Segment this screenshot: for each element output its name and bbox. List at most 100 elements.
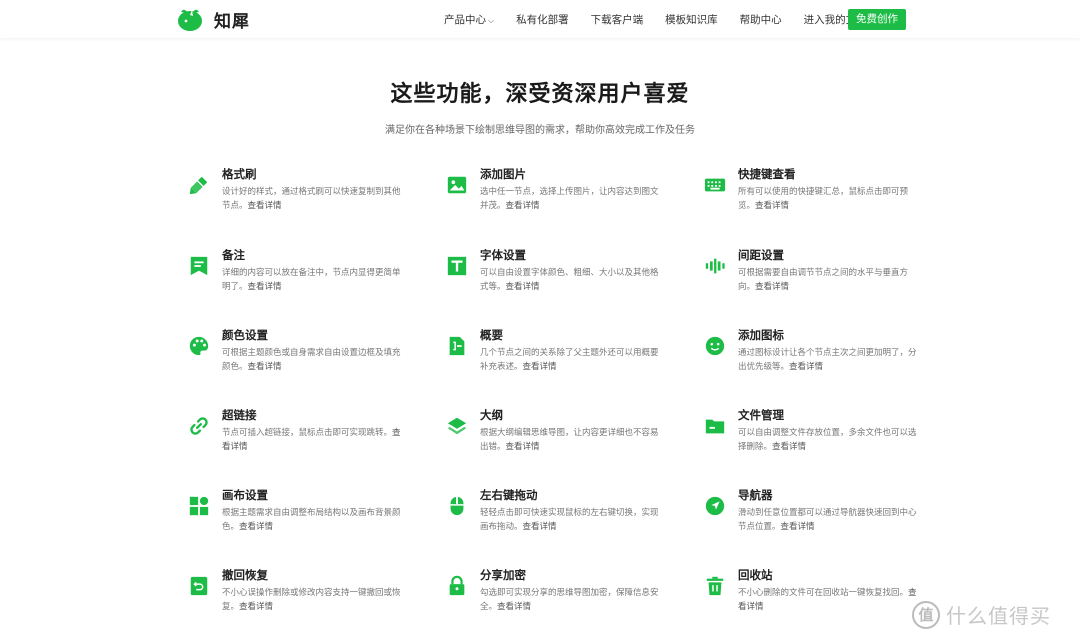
feature-title: 左右键拖动 [480,488,538,502]
page-title: 这些功能，深受资深用户喜爱 [390,82,690,107]
view-details-link[interactable]: 查看详情 [248,201,282,211]
nav-product-center[interactable]: 产品中心 ⌵ [444,12,494,27]
view-details-link[interactable]: 查看详情 [239,602,273,612]
feature-desc: 可以自由调整文件存放位置，多余文件也可以选择删除。查看详情 [738,426,918,454]
main-nav: 产品中心 ⌵ 私有化部署 下载客户端 模板知识库 帮助中心 进入我的文件 [444,0,889,38]
font-icon [440,249,474,283]
feature-desc: 详细的内容可以放在备注中，节点内显得更简单明了。查看详情 [222,266,402,294]
feature-desc: 几个节点之间的关系除了父主题外还可以用概要补充表述。查看详情 [480,346,660,374]
feature-desc: 可根据主题颜色或自身需求自由设置边框及填充颜色。查看详情 [222,346,402,374]
view-details-link[interactable]: 查看详情 [248,282,282,292]
feature-title: 大纲 [480,408,503,422]
undo-icon [182,569,216,603]
page-subtitle: 满足你在各种场景下绘制思维导图的需求，帮助你高效完成工作及任务 [385,125,695,136]
top-navigation-bar: 知犀 产品中心 ⌵ 私有化部署 下载客户端 模板知识库 帮助中心 进入我的文件 免… [0,0,1080,38]
view-details-link[interactable]: 查看详情 [248,362,282,372]
feature-desc: 通过图标设计让各个节点主次之间更加明了，分出优先级等。查看详情 [738,346,918,374]
view-details-link[interactable]: 查看详情 [239,522,273,532]
feature-font-settings: 字体设置 可以自由设置字体颜色、粗细、大小以及其他格式等。查看详情 [440,248,670,309]
feature-desc: 选中任一节点，选择上传图片，让内容达到图文并茂。查看详情 [480,185,660,213]
feature-color-settings: 颜色设置 可根据主题颜色或自身需求自由设置边框及填充颜色。查看详情 [182,328,412,389]
view-details-link[interactable]: 查看详情 [781,522,815,532]
feature-undo-redo: 撤回恢复 不小心误操作删除或修改内容支持一键撤回或恢复。查看详情 [182,568,412,629]
nav-template-library[interactable]: 模板知识库 [665,12,718,27]
view-details-link[interactable]: 查看详情 [506,442,540,452]
image-icon [440,168,474,202]
feature-share-encrypt: 分享加密 勾选即可实现分享的思维导图加密，保障信息安全。查看详情 [440,568,670,629]
feature-title: 文件管理 [738,408,784,422]
view-details-link[interactable]: 查看详情 [755,201,789,211]
watermark: 值 什么值得买 [912,600,1051,629]
view-details-link[interactable]: 查看详情 [772,442,806,452]
feature-desc-text: 节点可插入超链接，鼠标点击即可实现跳转。 [222,428,393,438]
feature-mouse-drag: 左右键拖动 轻轻点击即可快速实现鼠标的左右键切换，实现画布拖动。查看详情 [440,488,670,549]
feature-desc: 滑动到任意位置都可以通过导航器快速回到中心节点位置。查看详情 [738,506,918,534]
feature-desc: 不小心删除的文件可在回收站一键恢复找回。查看详情 [738,586,918,614]
chevron-down-icon: ⌵ [488,15,495,25]
rhino-logo-icon [178,9,202,31]
nav-download-client[interactable]: 下载客户端 [591,12,644,27]
smiley-icon [698,329,732,363]
format-brush-icon [182,168,216,202]
feature-desc: 可以自由设置字体颜色、粗细、大小以及其他格式等。查看详情 [480,266,660,294]
watermark-text: 什么值得买 [946,604,1051,628]
feature-title: 超链接 [222,408,257,422]
feature-title: 回收站 [738,568,773,582]
feature-title: 添加图片 [480,167,526,181]
view-details-link[interactable]: 查看详情 [755,282,789,292]
feature-title: 格式刷 [222,167,257,181]
note-icon [182,249,216,283]
brand-name: 知犀 [214,11,250,32]
brand-logo[interactable]: 知犀 [176,6,250,32]
feature-desc-text: 可以自由调整文件存放位置，多余文件也可以选择删除。 [738,428,917,452]
feature-title: 字体设置 [480,248,526,262]
spacing-icon [698,249,732,283]
view-details-link[interactable]: 查看详情 [523,362,557,372]
feature-recycle-bin: 回收站 不小心删除的文件可在回收站一键恢复找回。查看详情 [698,568,928,629]
trash-icon [698,569,732,603]
feature-title: 导航器 [738,488,773,502]
summary-icon [440,329,474,363]
feature-title: 撤回恢复 [222,568,268,582]
feature-title: 备注 [222,248,245,262]
feature-shortcut-keys: 快捷键查看 所有可以使用的快捷键汇总，鼠标点击即可预览。查看详情 [698,167,928,228]
feature-desc-text: 不小心删除的文件可在回收站一键恢复找回。 [738,588,909,598]
navigator-icon [698,489,732,523]
feature-navigator: 导航器 滑动到任意位置都可以通过导航器快速回到中心节点位置。查看详情 [698,488,928,549]
feature-format-brush: 格式刷 设计好的样式，通过格式刷可以快速复制到其他节点。查看详情 [182,167,412,228]
feature-title: 添加图标 [738,328,784,342]
feature-spacing-settings: 间距设置 可根据需要自由调节节点之间的水平与垂直方向。查看详情 [698,248,928,309]
feature-desc: 节点可插入超链接，鼠标点击即可实现跳转。查看详情 [222,426,402,454]
view-details-link[interactable]: 查看详情 [523,522,557,532]
mouse-icon [440,489,474,523]
feature-summary: 概要 几个节点之间的关系除了父主题外还可以用概要补充表述。查看详情 [440,328,670,389]
free-create-button[interactable]: 免费创作 [848,9,906,30]
feature-desc: 所有可以使用的快捷键汇总，鼠标点击即可预览。查看详情 [738,185,918,213]
view-details-link[interactable]: 查看详情 [497,602,531,612]
feature-desc-text: 几个节点之间的关系除了父主题外还可以用概要补充表述。 [480,348,659,372]
view-details-link[interactable]: 查看详情 [789,362,823,372]
nav-private-deployment[interactable]: 私有化部署 [516,12,569,27]
nav-help-center[interactable]: 帮助中心 [740,12,782,27]
feature-desc-text: 轻轻点击即可快速实现鼠标的左右键切换，实现画布拖动。 [480,508,659,532]
folder-icon [698,409,732,443]
lock-icon [440,569,474,603]
feature-title: 间距设置 [738,248,784,262]
watermark-logo: 值 [912,600,940,629]
feature-file-management: 文件管理 可以自由调整文件存放位置，多余文件也可以选择删除。查看详情 [698,408,928,469]
keyboard-icon [698,168,732,202]
view-details-link[interactable]: 查看详情 [506,282,540,292]
feature-desc: 轻轻点击即可快速实现鼠标的左右键切换，实现画布拖动。查看详情 [480,506,660,534]
feature-title: 颜色设置 [222,328,268,342]
view-details-link[interactable]: 查看详情 [506,201,540,211]
feature-outline: 大纲 根据大纲编辑思维导图，让内容更详细也不容易出错。查看详情 [440,408,670,469]
feature-desc: 设计好的样式，通过格式刷可以快速复制到其他节点。查看详情 [222,185,402,213]
feature-desc: 勾选即可实现分享的思维导图加密，保障信息安全。查看详情 [480,586,660,614]
feature-desc-text: 滑动到任意位置都可以通过导航器快速回到中心节点位置。 [738,508,917,532]
feature-desc: 根据大纲编辑思维导图，让内容更详细也不容易出错。查看详情 [480,426,660,454]
layers-icon [440,409,474,443]
feature-desc: 不小心误操作删除或修改内容支持一键撤回或恢复。查看详情 [222,586,402,614]
feature-title: 画布设置 [222,488,268,502]
feature-add-image: 添加图片 选中任一节点，选择上传图片，让内容达到图文并茂。查看详情 [440,167,670,228]
feature-add-icon: 添加图标 通过图标设计让各个节点主次之间更加明了，分出优先级等。查看详情 [698,328,928,389]
